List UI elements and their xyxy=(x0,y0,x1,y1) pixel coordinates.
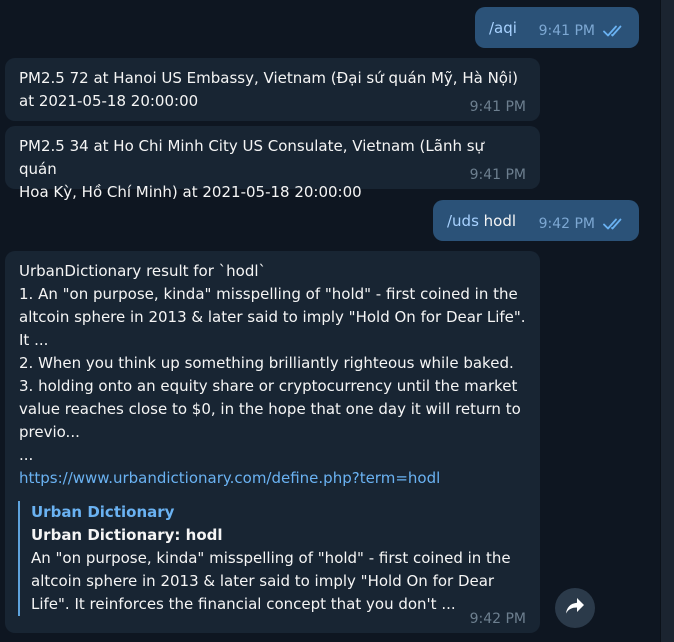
outgoing-message-aqi[interactable]: /aqi 9:41 PM xyxy=(475,7,639,48)
message-time: 9:41 PM xyxy=(469,167,526,183)
message-time: 9:42 PM xyxy=(538,216,595,232)
chat-area: /aqi 9:41 PM PM2.5 72 at Hanoi US Embass… xyxy=(0,0,660,642)
message-time: 9:42 PM xyxy=(469,611,526,627)
link-preview[interactable]: Urban Dictionary Urban Dictionary: hodl … xyxy=(18,501,521,616)
incoming-message-hcmc[interactable]: PM2.5 34 at Ho Chi Minh City US Consulat… xyxy=(5,126,540,201)
outgoing-message-uds[interactable]: /uds hodl 9:42 PM xyxy=(433,200,639,241)
message-time: 9:41 PM xyxy=(538,23,595,39)
command-link[interactable]: /aqi xyxy=(489,19,517,37)
preview-title: Urban Dictionary: hodl xyxy=(31,526,223,544)
incoming-message-urbandictionary[interactable]: UrbanDictionary result for `hodl` 1. An … xyxy=(5,251,540,633)
preview-description: An "on purpose, kinda" misspelling of "h… xyxy=(31,549,511,613)
command-link[interactable]: /uds xyxy=(447,212,479,230)
forward-button[interactable] xyxy=(555,588,595,628)
incoming-message-hanoi[interactable]: PM2.5 72 at Hanoi US Embassy, Vietnam (Đ… xyxy=(5,58,540,121)
preview-site-name: Urban Dictionary xyxy=(31,503,175,521)
message-text: UrbanDictionary result for `hodl` 1. An … xyxy=(19,262,526,464)
double-check-icon xyxy=(603,24,625,43)
share-arrow-icon xyxy=(565,597,585,619)
url-link[interactable]: https://www.urbandictionary.com/define.p… xyxy=(19,467,526,490)
message-text: PM2.5 34 at Ho Chi Minh City US Consulat… xyxy=(19,137,485,201)
message-meta: 9:42 PM xyxy=(539,215,625,236)
message-text: PM2.5 72 at Hanoi US Embassy, Vietnam (Đ… xyxy=(19,69,518,110)
double-check-icon xyxy=(603,217,625,236)
scrollbar-strip[interactable] xyxy=(660,0,674,642)
message-meta: 9:41 PM xyxy=(539,22,625,43)
command-argument: hodl xyxy=(478,212,517,230)
message-time: 9:41 PM xyxy=(469,99,526,115)
